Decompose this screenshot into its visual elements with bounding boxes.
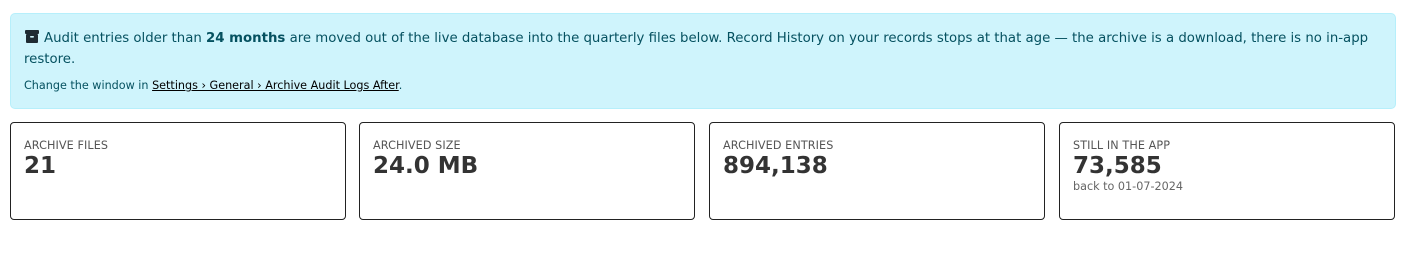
archive-stats: ARCHIVE FILES 21 ARCHIVED SIZE 24.0 MB A… — [10, 122, 1396, 220]
stat-label: ARCHIVE FILES — [24, 139, 109, 152]
stat-card-archived-size: ARCHIVED SIZE 24.0 MB — [359, 122, 695, 220]
notice-settings-hint: Change the window in Settings › General … — [24, 78, 1382, 94]
settings-hint-suffix: . — [398, 79, 403, 92]
archive-info-notice: Audit entries older than 24 months are m… — [10, 13, 1396, 109]
stat-label: ARCHIVED ENTRIES — [723, 139, 834, 152]
stat-label: ARCHIVED SIZE — [373, 139, 461, 152]
stat-card-still-in-app: STILL IN THE APP 73,585 back to 01-07-20… — [1059, 122, 1395, 220]
stat-subtext: back to 01-07-2024 — [1073, 180, 1183, 193]
settings-hint-prefix: Change the window in — [24, 79, 153, 92]
notice-message: Audit entries older than 24 months are m… — [24, 28, 1382, 70]
stat-card-archived-entries: ARCHIVED ENTRIES 894,138 — [709, 122, 1045, 220]
stat-label: STILL IN THE APP — [1073, 139, 1171, 152]
archive-box-icon — [24, 29, 40, 44]
notice-retention-period: 24 months — [206, 31, 286, 46]
stat-card-archive-files: ARCHIVE FILES 21 — [10, 122, 346, 220]
notice-text-before: Audit entries older than — [44, 31, 207, 46]
stat-value: 21 — [24, 153, 57, 179]
stat-value: 73,585 — [1073, 153, 1162, 179]
settings-path-link[interactable]: Settings › General › Archive Audit Logs … — [152, 79, 399, 92]
stat-value: 24.0 MB — [373, 153, 479, 179]
stat-value: 894,138 — [723, 153, 828, 179]
